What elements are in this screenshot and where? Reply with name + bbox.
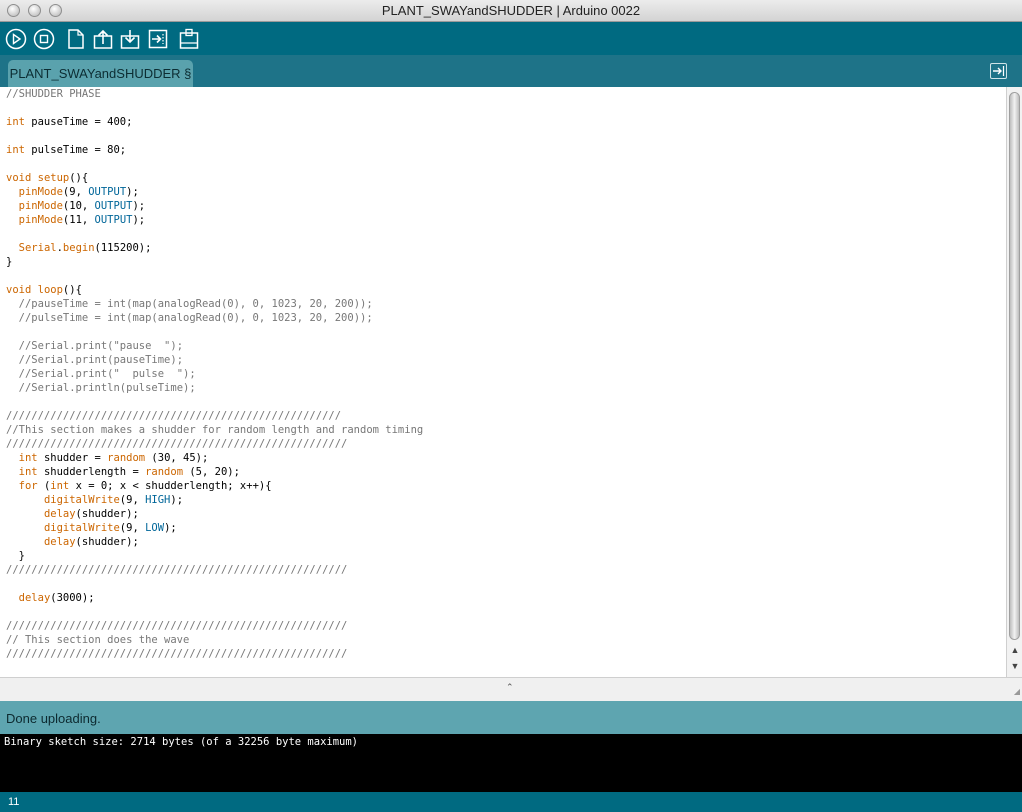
resize-grip-icon[interactable]: ◢ bbox=[1014, 687, 1020, 696]
console-text: Binary sketch size: 2714 bytes (of a 322… bbox=[4, 736, 359, 748]
code-line[interactable]: delay(3000); bbox=[6, 591, 1006, 605]
code-line[interactable]: digitalWrite(9, LOW); bbox=[6, 521, 1006, 535]
code-line[interactable]: //Serial.print(pauseTime); bbox=[6, 353, 1006, 367]
code-line[interactable]: int shudderlength = random (5, 20); bbox=[6, 465, 1006, 479]
code-line[interactable]: void loop(){ bbox=[6, 283, 1006, 297]
code-line[interactable]: pinMode(10, OUTPUT); bbox=[6, 199, 1006, 213]
code-line[interactable]: digitalWrite(9, HIGH); bbox=[6, 493, 1006, 507]
code-line[interactable]: ​ bbox=[6, 129, 1006, 143]
code-line[interactable]: ////////////////////////////////////////… bbox=[6, 619, 1006, 633]
code-line[interactable]: ​ bbox=[6, 577, 1006, 591]
code-line[interactable]: int pauseTime = 400; bbox=[6, 115, 1006, 129]
code-line[interactable]: ////////////////////////////////////////… bbox=[6, 563, 1006, 577]
code-line[interactable]: delay(shudder); bbox=[6, 507, 1006, 521]
scroll-up-icon[interactable]: ▲ bbox=[1010, 645, 1020, 655]
verify-play-icon bbox=[5, 28, 27, 50]
code-line[interactable]: // This section does the wave bbox=[6, 633, 1006, 647]
code-line[interactable]: ////////////////////////////////////////… bbox=[6, 647, 1006, 661]
code-line[interactable]: ////////////////////////////////////////… bbox=[6, 409, 1006, 423]
code-line[interactable]: void setup(){ bbox=[6, 171, 1006, 185]
code-line[interactable]: ​ bbox=[6, 395, 1006, 409]
code-line[interactable]: pinMode(11, OUTPUT); bbox=[6, 213, 1006, 227]
code-line[interactable]: ////////////////////////////////////////… bbox=[6, 437, 1006, 451]
code-line[interactable]: } bbox=[6, 255, 1006, 269]
line-number: 11 bbox=[8, 796, 20, 808]
code-line[interactable]: //Serial.print("pause "); bbox=[6, 339, 1006, 353]
stop-button[interactable] bbox=[33, 28, 55, 50]
new-file-icon bbox=[68, 29, 84, 49]
editor-scrollbar[interactable]: ▲ ▼ bbox=[1006, 87, 1022, 677]
code-line[interactable]: for (int x = 0; x < shudderlength; x++){ bbox=[6, 479, 1006, 493]
scroll-down-icon[interactable]: ▼ bbox=[1010, 661, 1020, 671]
save-download-icon bbox=[120, 30, 140, 49]
tab-label: PLANT_SWAYandSHUDDER § bbox=[9, 66, 192, 81]
code-line[interactable]: ​ bbox=[6, 269, 1006, 283]
new-button[interactable] bbox=[65, 28, 87, 50]
code-line[interactable]: int pulseTime = 80; bbox=[6, 143, 1006, 157]
code-line[interactable]: //Serial.println(pulseTime); bbox=[6, 381, 1006, 395]
stop-icon bbox=[33, 28, 55, 50]
code-line[interactable]: int shudder = random (30, 45); bbox=[6, 451, 1006, 465]
toolbar bbox=[0, 22, 1022, 55]
code-line[interactable]: //Serial.print(" pulse "); bbox=[6, 367, 1006, 381]
arrow-right-icon bbox=[993, 66, 1005, 76]
serial-monitor-button[interactable] bbox=[178, 28, 200, 50]
title-bar: PLANT_SWAYandSHUDDER | Arduino 0022 bbox=[0, 0, 1022, 22]
divider-handle-icon[interactable]: ⌃ bbox=[506, 682, 514, 693]
code-line[interactable]: delay(shudder); bbox=[6, 535, 1006, 549]
console-output: Binary sketch size: 2714 bytes (of a 322… bbox=[0, 734, 1022, 792]
code-line[interactable]: ​ bbox=[6, 101, 1006, 115]
serial-monitor-icon bbox=[179, 28, 199, 49]
footer-bar: 11 bbox=[0, 792, 1022, 812]
open-upload-icon bbox=[93, 29, 113, 49]
upload-button[interactable] bbox=[147, 28, 169, 50]
editor-scroll-thumb[interactable] bbox=[1009, 92, 1020, 640]
code-line[interactable]: } bbox=[6, 549, 1006, 563]
code-line[interactable]: ​ bbox=[6, 227, 1006, 241]
code-line[interactable]: //pulseTime = int(map(analogRead(0), 0, … bbox=[6, 311, 1006, 325]
code-line[interactable]: ​ bbox=[6, 325, 1006, 339]
code-line[interactable]: //pauseTime = int(map(analogRead(0), 0, … bbox=[6, 297, 1006, 311]
pane-divider[interactable]: ⌃ ◢ bbox=[0, 677, 1022, 701]
code-text[interactable]: //SHUDDER PHASE​int pauseTime = 400;​int… bbox=[0, 87, 1006, 661]
code-line[interactable]: ​ bbox=[6, 157, 1006, 171]
verify-button[interactable] bbox=[5, 28, 27, 50]
tab-bar: PLANT_SWAYandSHUDDER § bbox=[0, 55, 1022, 87]
save-button[interactable] bbox=[119, 28, 141, 50]
code-line[interactable]: pinMode(9, OUTPUT); bbox=[6, 185, 1006, 199]
status-bar: Done uploading. bbox=[0, 701, 1022, 734]
code-line[interactable]: //This section makes a shudder for rando… bbox=[6, 423, 1006, 437]
tab-plant-sway-and-shudder[interactable]: PLANT_SWAYandSHUDDER § bbox=[8, 60, 193, 87]
tab-menu-button[interactable] bbox=[990, 63, 1007, 79]
upload-board-icon bbox=[148, 29, 168, 49]
code-line[interactable]: //SHUDDER PHASE bbox=[6, 87, 1006, 101]
window-title: PLANT_SWAYandSHUDDER | Arduino 0022 bbox=[381, 3, 641, 18]
code-editor[interactable]: //SHUDDER PHASE​int pauseTime = 400;​int… bbox=[0, 87, 1006, 677]
status-message: Done uploading. bbox=[6, 711, 101, 726]
code-line[interactable]: ​ bbox=[6, 605, 1006, 619]
open-button[interactable] bbox=[92, 28, 114, 50]
code-line[interactable]: Serial.begin(115200); bbox=[6, 241, 1006, 255]
